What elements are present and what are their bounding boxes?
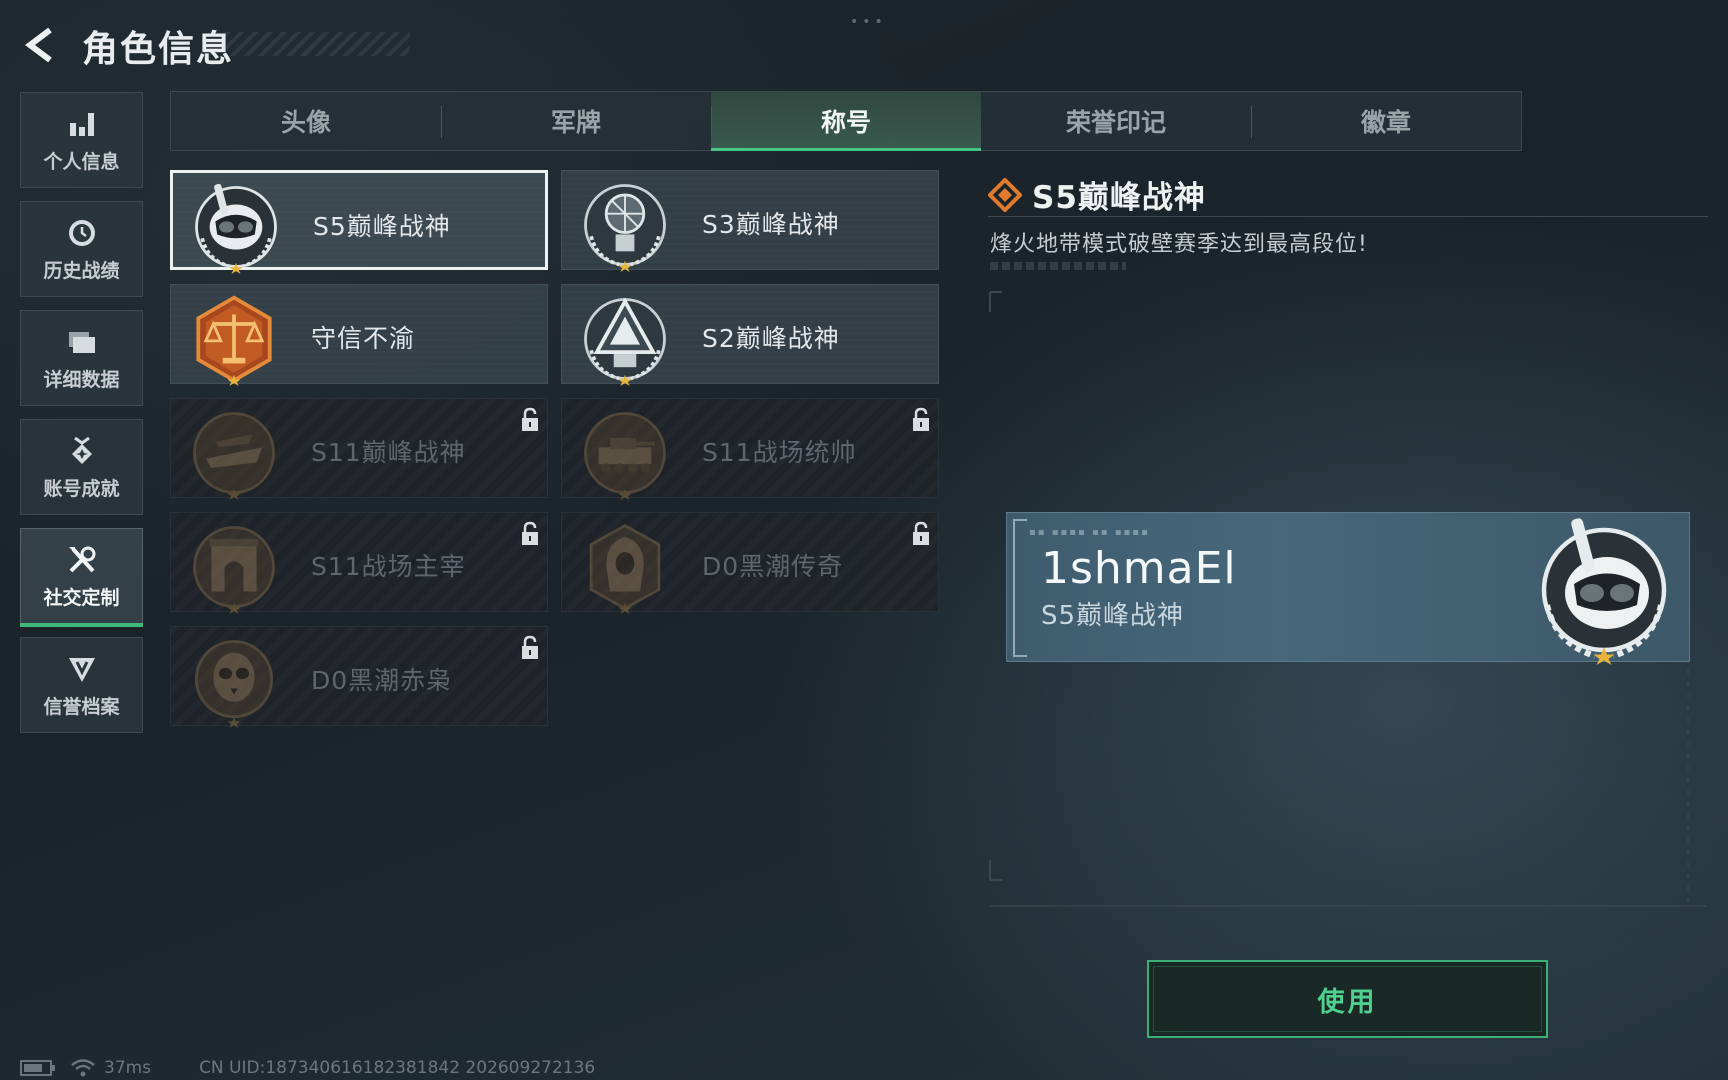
sidebar-item-label: 社交定制 bbox=[43, 586, 120, 609]
card-bracket bbox=[1013, 519, 1027, 657]
tab-title[interactable]: 称号 bbox=[711, 92, 981, 151]
reputation-icon bbox=[68, 657, 95, 682]
folder-icon bbox=[68, 331, 95, 353]
tab-dog-tag[interactable]: 军牌 bbox=[441, 92, 711, 150]
achievement-icon bbox=[71, 436, 92, 464]
title-card[interactable]: S2巅峰战神 bbox=[561, 284, 939, 386]
globe-badge-icon bbox=[584, 184, 666, 272]
back-arrow-icon[interactable] bbox=[20, 24, 62, 66]
card-tiny-decoration: ▪▪ ▪▪▪▪ ▪▪ ▪▪▪▪ bbox=[1029, 527, 1150, 538]
player-title: S5巅峰战神 bbox=[1041, 601, 1185, 631]
tank-badge-icon bbox=[584, 412, 666, 500]
title-name: S5巅峰战神 bbox=[313, 212, 451, 241]
ping-value: 37ms bbox=[104, 1058, 152, 1078]
use-button[interactable]: 使用 bbox=[1147, 960, 1548, 1038]
title-name: D0黑潮赤枭 bbox=[311, 666, 453, 695]
title-card[interactable]: S11战场主宰 bbox=[170, 512, 548, 614]
tools-icon bbox=[68, 546, 95, 572]
diamond-icon bbox=[988, 177, 1022, 212]
sidebar-item-social-custom[interactable]: 社交定制 bbox=[20, 528, 143, 627]
scales-badge-icon bbox=[196, 295, 272, 386]
divider bbox=[988, 216, 1708, 217]
diver-skull-badge-icon bbox=[1541, 518, 1667, 665]
title-name: S2巅峰战神 bbox=[702, 324, 840, 353]
top-dots-decoration: ••• bbox=[850, 14, 887, 30]
clock-icon bbox=[68, 219, 95, 246]
page-title: 角色信息 bbox=[82, 29, 235, 70]
header: 角色信息 bbox=[0, 0, 500, 90]
sidebar-item-personal-info[interactable]: 个人信息 bbox=[20, 92, 143, 188]
sidebar-item-label: 个人信息 bbox=[43, 150, 120, 173]
sidebar-item-label: 账号成就 bbox=[43, 477, 120, 500]
battery-icon bbox=[20, 1060, 55, 1076]
tab-avatar[interactable]: 头像 bbox=[171, 92, 441, 150]
game-screen: 角色信息 ••• 个人信息 历史战绩 详细数据 账号成就 社交定制 信誉档案 头… bbox=[0, 0, 1728, 1080]
player-name: 1shmaEl bbox=[1041, 543, 1237, 594]
sidebar-item-label: 历史战绩 bbox=[43, 259, 120, 282]
lock-icon bbox=[913, 407, 929, 431]
hooded-figure-badge-icon bbox=[589, 524, 661, 614]
title-name: S11巅峰战神 bbox=[311, 438, 466, 467]
tab-honor-mark[interactable]: 荣誉印记 bbox=[981, 92, 1251, 150]
title-decoration bbox=[225, 32, 410, 56]
arch-badge-icon bbox=[193, 526, 275, 614]
title-card[interactable]: S11战场统帅 bbox=[561, 398, 939, 500]
title-name: 守信不渝 bbox=[311, 324, 416, 353]
detail-title: S5巅峰战神 bbox=[1032, 180, 1206, 216]
detail-description: 烽火地带模式破壁赛季达到最高段位! bbox=[990, 232, 1368, 257]
lock-icon bbox=[522, 635, 538, 659]
lock-icon bbox=[522, 407, 538, 431]
title-card[interactable]: 守信不渝 bbox=[170, 284, 548, 386]
title-preview-card: ▪▪ ▪▪▪▪ ▪▪ ▪▪▪▪ 1shmaEl S5巅峰战神 bbox=[1006, 512, 1690, 665]
tab-bar: 头像 军牌 称号 荣誉印记 徽章 bbox=[170, 91, 1522, 151]
owl-skull-badge-icon bbox=[194, 640, 274, 728]
aircraft-badge-icon bbox=[193, 412, 275, 500]
lock-icon bbox=[522, 521, 538, 545]
uid-text: CN UID:187340616182381842 202609272136 bbox=[199, 1058, 596, 1078]
diver-skull-badge-icon bbox=[195, 183, 277, 274]
title-name: D0黑潮传奇 bbox=[702, 552, 844, 581]
sidebar-item-history[interactable]: 历史战绩 bbox=[20, 201, 143, 297]
bar-chart-icon bbox=[69, 112, 94, 136]
sidebar-item-label: 详细数据 bbox=[43, 368, 120, 391]
title-card[interactable]: S5巅峰战神 bbox=[170, 170, 548, 274]
title-card[interactable]: D0黑潮传奇 bbox=[561, 512, 939, 614]
lock-icon bbox=[913, 521, 929, 545]
sidebar-item-reputation[interactable]: 信誉档案 bbox=[20, 637, 143, 733]
sidebar: 个人信息 历史战绩 详细数据 账号成就 社交定制 信誉档案 bbox=[20, 92, 144, 746]
title-name: S3巅峰战神 bbox=[702, 210, 840, 239]
title-name: S11战场统帅 bbox=[702, 438, 857, 467]
title-card[interactable]: D0黑潮赤枭 bbox=[170, 626, 548, 728]
status-footer: 37ms CN UID:187340616182381842 202609272… bbox=[20, 1056, 595, 1080]
triangle-badge-icon bbox=[584, 297, 666, 386]
tab-badge[interactable]: 徽章 bbox=[1251, 92, 1521, 150]
sidebar-item-detailed-data[interactable]: 详细数据 bbox=[20, 310, 143, 406]
title-card[interactable]: S3巅峰战神 bbox=[561, 170, 939, 272]
title-name: S11战场主宰 bbox=[311, 552, 466, 581]
wifi-icon bbox=[71, 1059, 95, 1077]
title-card[interactable]: S11巅峰战神 bbox=[170, 398, 548, 500]
faint-decoration bbox=[990, 262, 1126, 270]
sidebar-item-achievements[interactable]: 账号成就 bbox=[20, 419, 143, 515]
detail-header: S5巅峰战神 bbox=[988, 172, 1206, 217]
sidebar-item-label: 信誉档案 bbox=[43, 695, 120, 718]
